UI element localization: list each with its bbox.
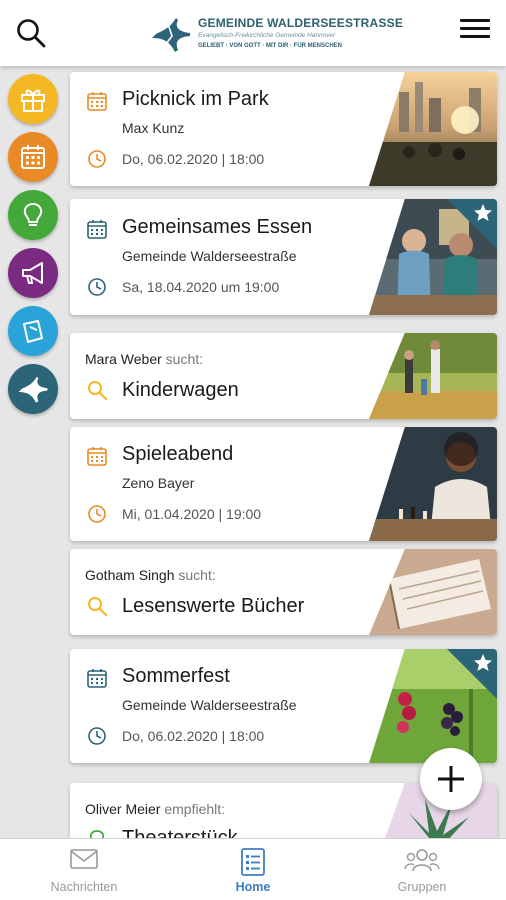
category-events-button[interactable] — [8, 132, 58, 182]
request-person: Mara Weber — [85, 351, 162, 367]
category-search-requests-button[interactable] — [8, 306, 58, 356]
search-button[interactable] — [14, 16, 48, 50]
event-organizer: Zeno Bayer — [122, 475, 195, 491]
bottom-navigation: Nachrichten Home Gruppen — [0, 838, 506, 900]
event-title: Sommerfest — [122, 665, 230, 687]
recommendation-verb: empfiehlt: — [164, 801, 226, 817]
request-title: Lesenswerte Bücher — [122, 595, 305, 617]
event-organizer: Gemeinde Walderseestraße — [122, 248, 297, 264]
clock-icon — [88, 727, 106, 745]
event-title: Spieleabend — [122, 443, 234, 465]
search-icon — [88, 597, 108, 617]
request-image-books — [369, 549, 497, 635]
app-header: GEMEINDE WALDERSEESTRASSE Evangelisch-Fr… — [0, 0, 506, 66]
calendar-icon — [87, 669, 107, 688]
tab-gruppen[interactable]: Gruppen — [338, 839, 506, 900]
event-organizer: Gemeinde Walderseestraße — [122, 697, 297, 713]
event-date: Mi, 01.04.2020 | 19:00 — [122, 506, 262, 522]
event-card[interactable]: Sommerfest Gemeinde Walderseestraße Do, … — [70, 649, 497, 763]
category-church-button[interactable] — [8, 364, 58, 414]
tab-label: Nachrichten — [50, 880, 118, 894]
request-person: Gotham Singh — [85, 567, 175, 583]
event-title: Picknick im Park — [122, 88, 269, 110]
church-logo-icon — [152, 18, 190, 52]
logo-tagline: GELIEBT · VON GOTT · MIT DIR · FÜR MENSC… — [198, 43, 342, 49]
tab-label: Gruppen — [397, 880, 447, 894]
category-sidebar — [0, 66, 64, 900]
recommendation-line: Oliver Meier empfiehlt: — [85, 801, 225, 817]
search-icon — [17, 19, 46, 48]
clock-icon — [88, 505, 106, 523]
search-request-card[interactable]: Mara Weber sucht: Kinderwagen — [70, 333, 497, 419]
church-logo[interactable]: GEMEINDE WALDERSEESTRASSE Evangelisch-Fr… — [150, 12, 403, 56]
people-icon — [404, 849, 440, 872]
calendar-icon — [87, 220, 107, 239]
search-icon — [88, 381, 108, 401]
request-image-family — [369, 333, 497, 419]
logo-title: GEMEINDE WALDERSEESTRASSE — [198, 16, 404, 30]
clock-icon — [88, 150, 106, 168]
tab-nachrichten[interactable]: Nachrichten — [0, 839, 168, 900]
event-date: Do, 06.02.2020 | 18:00 — [122, 151, 265, 167]
request-line: Gotham Singh sucht: — [85, 567, 216, 583]
clock-icon — [88, 278, 106, 296]
add-post-button[interactable] — [420, 748, 482, 810]
plus-icon — [438, 766, 464, 792]
event-date: Sa, 18.04.2020 um 19:00 — [122, 279, 280, 295]
hamburger-menu-button[interactable] — [458, 14, 492, 44]
church-logo-icon — [18, 376, 48, 403]
calendar-icon — [87, 92, 107, 111]
request-verb: sucht: — [178, 567, 216, 583]
calendar-icon — [87, 447, 107, 466]
category-gifts-button[interactable] — [8, 74, 58, 124]
event-title: Gemeinsames Essen — [122, 216, 313, 238]
event-organizer: Max Kunz — [122, 120, 185, 136]
category-ideas-button[interactable] — [8, 190, 58, 240]
tab-label: Home — [235, 880, 271, 894]
event-card[interactable]: Spieleabend Zeno Bayer Mi, 01.04.2020 | … — [70, 427, 497, 541]
event-card[interactable]: Gemeinsames Essen Gemeinde Walderseestra… — [70, 199, 497, 315]
request-title: Kinderwagen — [122, 379, 239, 401]
note-icon — [23, 320, 43, 343]
search-request-card[interactable]: Gotham Singh sucht: Lesenswerte Bücher — [70, 549, 497, 635]
event-image-chess — [369, 427, 497, 541]
tab-home[interactable]: Home — [169, 839, 337, 900]
envelope-icon — [70, 849, 98, 869]
menu-icon — [458, 19, 492, 38]
gift-icon — [21, 89, 45, 112]
category-announcements-button[interactable] — [8, 248, 58, 298]
megaphone-icon — [22, 262, 43, 284]
star-icon — [474, 654, 492, 671]
request-line: Mara Weber sucht: — [85, 351, 203, 367]
logo-subtitle: Evangelisch-Freikirchliche Gemeinde Hann… — [198, 32, 336, 39]
lightbulb-icon — [23, 202, 43, 226]
list-icon — [241, 848, 265, 876]
event-card[interactable]: Picknick im Park Max Kunz Do, 06.02.2020… — [70, 72, 497, 186]
calendar-icon — [21, 145, 45, 169]
event-date: Do, 06.02.2020 | 18:00 — [122, 728, 265, 744]
recommendation-person: Oliver Meier — [85, 801, 161, 817]
star-icon — [474, 204, 492, 221]
request-verb: sucht: — [165, 351, 204, 367]
event-image-picnic — [369, 72, 497, 186]
